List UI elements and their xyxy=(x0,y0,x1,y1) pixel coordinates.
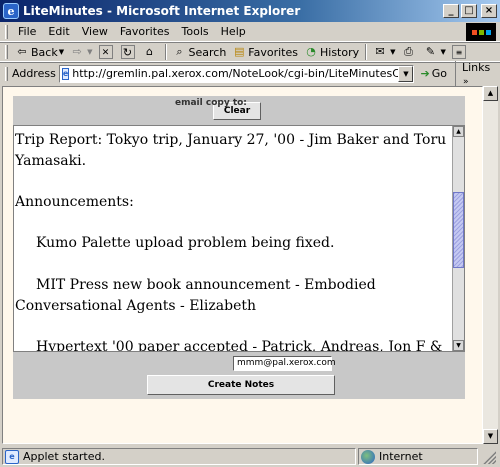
close-button[interactable]: × xyxy=(481,4,497,18)
menu-edit[interactable]: Edit xyxy=(42,25,75,38)
edit-dropdown-icon: ▼ xyxy=(440,48,446,56)
menu-help[interactable]: Help xyxy=(215,25,252,38)
menu-file[interactable]: File xyxy=(12,25,42,38)
search-button[interactable]: ⌕ Search xyxy=(170,45,230,59)
stop-icon: ✕ xyxy=(98,45,113,59)
links-button[interactable]: Links » xyxy=(454,60,500,87)
toolbar-grip[interactable] xyxy=(5,45,8,59)
toolbar-separator xyxy=(164,44,167,60)
forward-dropdown-icon[interactable]: ▼ xyxy=(87,48,92,56)
back-label: Back xyxy=(31,45,58,59)
print-icon: ⎙ xyxy=(404,45,413,58)
page-content: Clear Trip Report: Tokyo trip, January 2… xyxy=(2,86,483,444)
page-status-icon: e xyxy=(5,449,19,464)
windows-logo-icon xyxy=(466,23,496,41)
scroll-down-icon[interactable]: ▼ xyxy=(483,429,498,444)
email-field[interactable]: mmm@pal.xerox.com xyxy=(233,356,336,371)
address-url: http://gremlin.pal.xerox.com/NoteLook/cg… xyxy=(72,67,415,80)
mail-icon: ✉ xyxy=(375,45,385,58)
title-bar[interactable]: e LiteMinutes - Microsoft Internet Explo… xyxy=(0,0,500,22)
mail-button[interactable]: ✉ ▼ xyxy=(370,45,398,59)
create-notes-button[interactable]: Create Notes xyxy=(147,375,335,395)
minimize-button[interactable]: _ xyxy=(443,4,459,18)
back-dropdown-icon[interactable]: ▼ xyxy=(59,48,64,56)
notes-text: Trip Report: Tokyo trip, January 27, '00… xyxy=(14,130,449,352)
resize-grip-icon[interactable] xyxy=(482,449,496,464)
notes-line: Trip Report: Tokyo trip, January 27, '00… xyxy=(15,132,447,169)
status-message: Applet started. xyxy=(23,450,105,463)
notes-textarea[interactable]: Trip Report: Tokyo trip, January 27, '00… xyxy=(13,125,465,352)
page-icon: e xyxy=(61,67,70,80)
liteminutes-applet: Clear Trip Report: Tokyo trip, January 2… xyxy=(13,96,465,399)
history-label: History xyxy=(320,45,360,59)
back-arrow-icon: ⇦ xyxy=(17,45,27,58)
go-button[interactable]: ➔ Go xyxy=(420,67,446,80)
menu-grip[interactable] xyxy=(5,24,8,39)
discuss-icon: ≡ xyxy=(451,45,466,59)
toolbar-separator-2 xyxy=(365,44,368,60)
address-input[interactable]: e http://gremlin.pal.xerox.com/NoteLook/… xyxy=(58,64,415,83)
forward-button[interactable]: ⇨ ▼ xyxy=(67,45,95,59)
security-zone-pane: Internet xyxy=(358,448,478,465)
email-label: email copy to: xyxy=(175,98,247,108)
scroll-up-icon[interactable]: ▲ xyxy=(483,86,498,101)
status-bar: e Applet started. Internet xyxy=(0,446,500,467)
mail-dropdown-icon: ▼ xyxy=(390,48,396,56)
home-button[interactable]: ⌂ xyxy=(140,45,162,59)
notes-blank-line xyxy=(15,213,449,234)
links-chevron-icon: » xyxy=(462,76,469,87)
forward-arrow-icon: ⇨ xyxy=(72,45,82,58)
address-bar: Address e http://gremlin.pal.xerox.com/N… xyxy=(0,60,500,87)
back-button[interactable]: ⇦ Back ▼ xyxy=(12,45,67,59)
notes-scroll-down-icon[interactable]: ▼ xyxy=(453,340,464,351)
discuss-button[interactable]: ≡ xyxy=(449,45,471,59)
notes-scroll-thumb[interactable] xyxy=(453,192,464,268)
go-arrow-icon: ➔ xyxy=(420,67,430,80)
menu-bar: File Edit View Favorites Tools Help xyxy=(0,22,500,42)
links-label: Links xyxy=(461,60,491,74)
notes-line: MIT Press new book announcement - Embodi… xyxy=(15,276,376,314)
ie-logo-icon: e xyxy=(3,3,19,19)
notes-blank-line xyxy=(15,316,449,337)
stop-button[interactable]: ✕ xyxy=(96,45,118,59)
menu-favorites[interactable]: Favorites xyxy=(114,25,176,38)
address-label: Address xyxy=(12,67,56,80)
menu-tools[interactable]: Tools xyxy=(176,25,215,38)
zone-label: Internet xyxy=(379,450,423,463)
window-title: LiteMinutes - Microsoft Internet Explore… xyxy=(23,4,301,18)
home-icon: ⌂ xyxy=(146,45,153,58)
notes-line: Kumo Palette upload problem being fixed. xyxy=(36,235,335,252)
address-grip[interactable] xyxy=(5,66,8,81)
menu-view[interactable]: View xyxy=(76,25,114,38)
edit-icon: ✎ xyxy=(425,45,436,58)
search-icon: ⌕ xyxy=(176,45,183,58)
address-dropdown-icon[interactable]: ▼ xyxy=(398,65,414,82)
notes-scroll-up-icon[interactable]: ▲ xyxy=(453,126,464,137)
notes-blank-line xyxy=(15,254,449,275)
favorites-button[interactable]: ▤ Favorites xyxy=(229,45,301,59)
maximize-button[interactable]: □ xyxy=(461,4,477,18)
print-button[interactable]: ⎙ xyxy=(399,45,421,59)
history-icon: ◔ xyxy=(306,45,316,58)
notes-line: Announcements: xyxy=(15,194,134,211)
refresh-icon: ↻ xyxy=(120,45,135,59)
favorites-label: Favorites xyxy=(248,45,298,59)
refresh-button[interactable]: ↻ xyxy=(118,45,140,59)
search-label: Search xyxy=(188,45,227,59)
page-scrollbar[interactable]: ▲ ▼ xyxy=(483,86,498,444)
window-controls: _ □ × xyxy=(443,4,497,18)
standard-toolbar: ⇦ Back ▼ ⇨ ▼ ✕ ↻ ⌂ ⌕ Search ▤ Favorites … xyxy=(0,42,500,62)
notes-scrollbar[interactable]: ▲ ▼ xyxy=(452,126,464,351)
email-row: mmm@pal.xerox.com xyxy=(13,356,465,372)
status-message-pane: e Applet started. xyxy=(2,448,356,465)
globe-icon xyxy=(361,449,375,464)
favorites-icon: ▤ xyxy=(234,45,245,58)
go-label: Go xyxy=(431,67,447,80)
notes-blank-line xyxy=(15,171,449,192)
edit-button[interactable]: ✎ ▼ xyxy=(421,45,449,59)
history-button[interactable]: ◔ History xyxy=(301,45,362,59)
notes-line: Hypertext '00 paper accepted - Patrick, … xyxy=(36,338,443,352)
